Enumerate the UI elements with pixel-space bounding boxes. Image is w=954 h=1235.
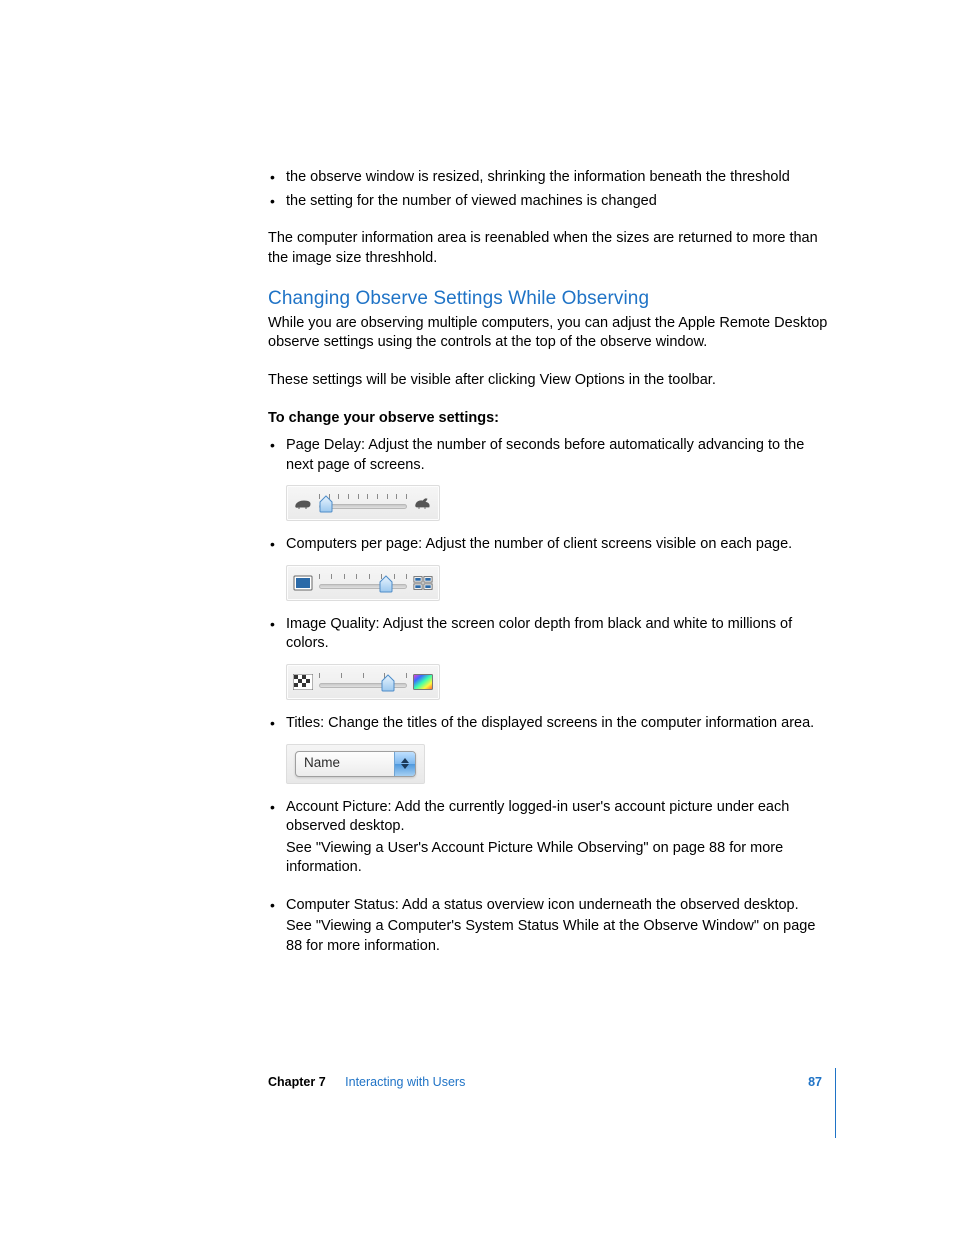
rabbit-icon [413,495,433,511]
document-page: the observe window is resized, shrinking… [0,0,954,1235]
setting-account-picture: Account Picture: Add the currently logge… [268,798,828,878]
computers-per-page-slider[interactable] [286,565,440,601]
image-quality-slider-figure [286,664,828,700]
slider-thumb[interactable] [381,674,395,692]
page-delay-slider[interactable] [286,485,440,521]
titles-dropdown[interactable]: Name [295,751,416,777]
titles-dropdown-figure: Name [286,744,828,784]
intro-paragraph: The computer information area is reenabl… [268,229,828,268]
slider-thumb[interactable] [379,575,393,593]
color-spectrum-icon [413,674,433,690]
slider-track[interactable] [319,573,407,593]
intro-bullet-list: the observe window is resized, shrinking… [268,168,828,211]
section-para-1: While you are observing multiple compute… [268,314,828,353]
section-para-2: These settings will be visible after cli… [268,371,828,391]
checkerboard-icon [293,674,313,690]
single-screen-icon [293,575,313,591]
chapter-title: Interacting with Users [345,1075,465,1089]
intro-bullet-1: the observe window is resized, shrinking… [268,168,828,188]
slider-track[interactable] [319,493,407,513]
page-delay-slider-figure [286,485,828,521]
page-footer: Chapter 7 Interacting with Users 87 [268,1075,836,1089]
setting-computer-status: Computer Status: Add a status overview i… [268,896,828,957]
setting-titles: Titles: Change the titles of the display… [268,714,828,734]
setting-computers-per-page: Computers per page: Adjust the number of… [268,535,828,555]
setting-page-delay: Page Delay: Adjust the number of seconds… [268,436,828,475]
setting-computer-status-subline: See "Viewing a Computer's System Status … [286,917,828,956]
dropdown-value: Name [296,754,394,772]
slider-track[interactable] [319,672,407,692]
page-content: the observe window is resized, shrinking… [268,168,828,964]
stepper-arrows-icon[interactable] [394,752,415,776]
page-number: 87 [808,1075,822,1089]
slider-thumb[interactable] [319,495,333,513]
intro-bullet-2: the setting for the number of viewed mac… [268,192,828,212]
multi-screen-icon [413,575,433,591]
setting-image-quality: Image Quality: Adjust the screen color d… [268,615,828,654]
setting-account-picture-subline: See "Viewing a User's Account Picture Wh… [286,839,828,878]
turtle-icon [293,495,313,511]
footer-left: Chapter 7 Interacting with Users [268,1075,465,1089]
image-quality-slider[interactable] [286,664,440,700]
instructions-label: To change your observe settings: [268,409,828,429]
chapter-label: Chapter 7 [268,1075,326,1089]
section-heading: Changing Observe Settings While Observin… [268,286,828,312]
computers-per-page-slider-figure [286,565,828,601]
settings-list: Page Delay: Adjust the number of seconds… [268,436,828,475]
